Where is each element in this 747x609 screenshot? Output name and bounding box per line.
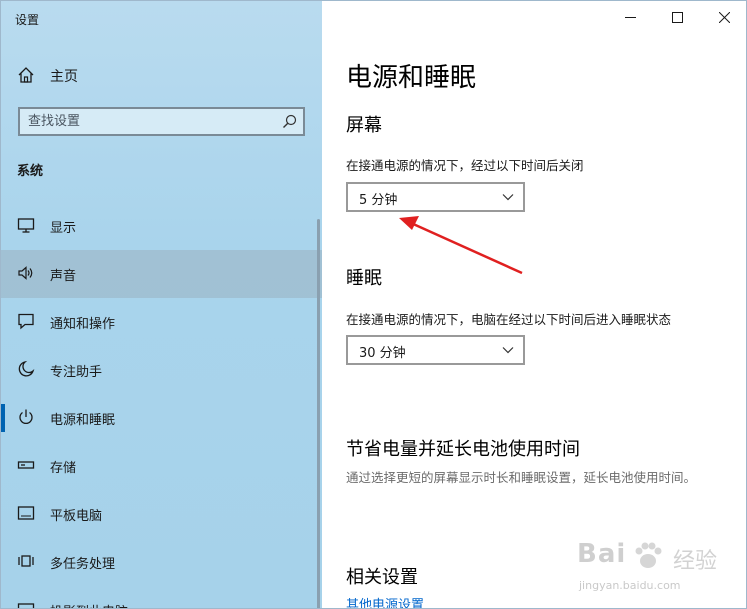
- sidebar-item-label: 专注助手: [50, 365, 103, 380]
- search-input[interactable]: [28, 112, 278, 131]
- sidebar-item-notifications[interactable]: 通知和操作: [1, 298, 322, 346]
- sidebar: 设置 主页 系统 显示: [1, 1, 322, 608]
- sidebar-item-tablet[interactable]: 平板电脑: [1, 490, 322, 538]
- battery-heading: 节省电量并延长电池使用时间: [346, 439, 580, 460]
- multitask-icon: [18, 555, 34, 567]
- storage-icon: [17, 461, 35, 469]
- sleep-timeout-value: 30 分钟: [359, 346, 406, 361]
- close-button[interactable]: [701, 1, 746, 33]
- tablet-icon: [17, 506, 35, 520]
- sidebar-item-label: 多任务处理: [50, 557, 116, 572]
- sidebar-scrollbar[interactable]: [317, 219, 320, 608]
- sidebar-item-label: 声音: [50, 269, 77, 284]
- search-box[interactable]: [18, 107, 305, 136]
- power-icon: [19, 409, 33, 424]
- screen-timeout-value: 5 分钟: [359, 193, 398, 208]
- speaker-icon: [18, 266, 33, 280]
- sleep-description: 在接通电源的情况下，电脑在经过以下时间后进入睡眠状态: [346, 312, 672, 327]
- watermark-jingyan: 经验: [673, 549, 718, 574]
- sidebar-item-project[interactable]: 投影到此电脑: [1, 586, 322, 608]
- watermark-brand: Bai: [577, 539, 627, 569]
- sidebar-item-multitasking[interactable]: 多任务处理: [1, 538, 322, 586]
- main-content: 电源和睡眠 屏幕 在接通电源的情况下，经过以下时间后关闭 5 分钟 睡眠 在接通…: [322, 1, 746, 608]
- window-controls: [607, 1, 746, 33]
- notification-icon: [18, 313, 34, 330]
- sidebar-item-label: 电源和睡眠: [50, 413, 116, 428]
- sidebar-item-label: 通知和操作: [50, 317, 116, 332]
- home-icon: [18, 67, 34, 83]
- chevron-down-icon: [502, 347, 514, 354]
- minimize-button[interactable]: [607, 1, 654, 33]
- sidebar-item-display[interactable]: 显示: [1, 202, 322, 250]
- projector-icon: [17, 603, 35, 608]
- additional-power-settings-link[interactable]: 其他电源设置: [346, 594, 424, 608]
- section-label-system: 系统: [17, 164, 44, 179]
- home-label: 主页: [50, 69, 78, 85]
- maximize-button[interactable]: [654, 1, 701, 33]
- sidebar-item-home[interactable]: 主页: [1, 57, 322, 93]
- sidebar-item-label: 投影到此电脑: [50, 601, 128, 608]
- settings-window: 设置 主页 系统 显示: [0, 0, 747, 609]
- screen-description: 在接通电源的情况下，经过以下时间后关闭: [346, 158, 584, 173]
- related-settings-heading: 相关设置: [346, 567, 418, 588]
- sidebar-item-storage[interactable]: 存储: [1, 442, 322, 490]
- screen-heading: 屏幕: [346, 115, 382, 136]
- watermark-url: jingyan.baidu.com: [579, 579, 681, 592]
- sleep-timeout-dropdown[interactable]: 30 分钟: [346, 335, 525, 365]
- minimize-icon: [625, 16, 636, 18]
- sidebar-item-focus-assist[interactable]: 专注助手: [1, 346, 322, 394]
- paw-icon: [635, 542, 662, 568]
- screen-timeout-dropdown[interactable]: 5 分钟: [346, 182, 525, 212]
- close-icon: [719, 11, 730, 23]
- sidebar-nav: 显示 声音 通知和操作 专注助手 电源和睡眠 存储 平板电脑 多任务处理: [1, 202, 322, 608]
- monitor-icon: [17, 218, 35, 233]
- app-title: 设置: [15, 13, 40, 27]
- sidebar-item-power-sleep[interactable]: 电源和睡眠: [1, 394, 322, 442]
- search-icon[interactable]: [282, 114, 297, 129]
- moon-icon: [18, 360, 35, 377]
- page-title: 电源和睡眠: [346, 63, 477, 93]
- sleep-heading: 睡眠: [346, 268, 382, 289]
- sidebar-item-sound[interactable]: 声音: [1, 250, 322, 298]
- sidebar-item-label: 存储: [50, 461, 77, 476]
- sidebar-item-label: 平板电脑: [50, 509, 103, 524]
- chevron-down-icon: [502, 194, 514, 201]
- watermark: Bai 经验 jingyan.baidu.com: [573, 531, 743, 607]
- sidebar-item-label: 显示: [50, 221, 77, 236]
- battery-description: 通过选择更短的屏幕显示时长和睡眠设置，延长电池使用时间。: [346, 470, 697, 485]
- maximize-icon: [672, 11, 683, 23]
